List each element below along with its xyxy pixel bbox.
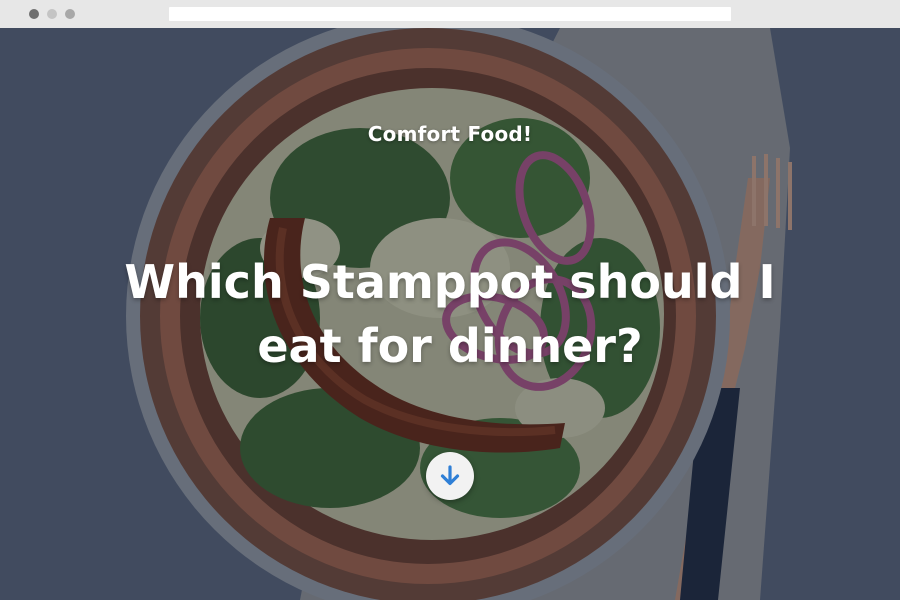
window-close-dot[interactable]	[29, 9, 39, 19]
browser-toolbar	[0, 0, 900, 28]
hero-section: Comfort Food! Which Stamppot should I ea…	[0, 28, 900, 600]
address-bar[interactable]	[169, 7, 731, 21]
arrow-down-icon	[440, 465, 460, 486]
hero-eyebrow: Comfort Food!	[367, 122, 533, 146]
scroll-down-button[interactable]	[426, 452, 474, 500]
hero-headline: Which Stamppot should I eat for dinner?	[124, 255, 776, 373]
window-maximize-dot[interactable]	[65, 9, 75, 19]
browser-window: Comfort Food! Which Stamppot should I ea…	[0, 0, 900, 600]
window-minimize-dot[interactable]	[47, 9, 57, 19]
